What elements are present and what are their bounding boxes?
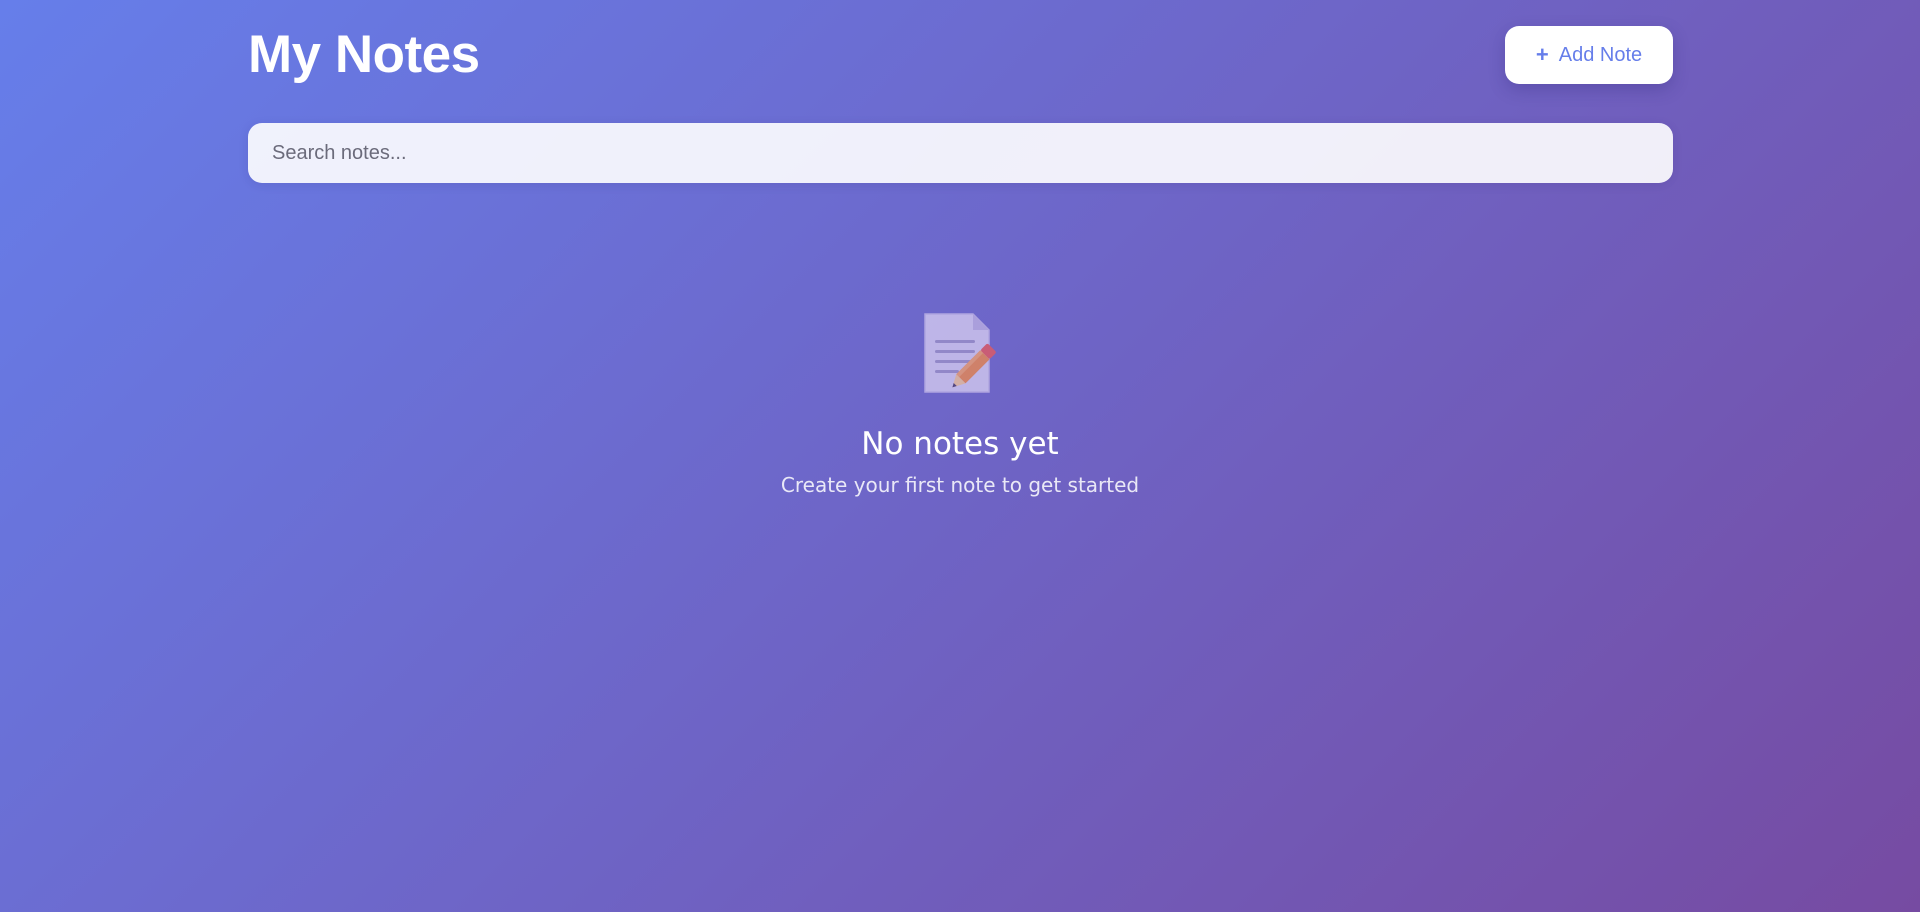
note-pencil-icon [924, 313, 996, 393]
add-note-button[interactable]: + Add Note [1505, 26, 1673, 84]
plus-icon: + [1535, 42, 1549, 67]
page-title: My Notes [248, 25, 480, 84]
search-bar [248, 123, 1673, 183]
empty-state-title: No notes yet [861, 426, 1059, 462]
empty-state-subtitle: Create your first note to get started [780, 473, 1140, 497]
app-container: My Notes + Add Note [248, 0, 1673, 183]
search-input[interactable] [248, 123, 1673, 183]
empty-state: No notes yet Create your first note to g… [0, 310, 1920, 498]
header: My Notes + Add Note [248, 0, 1673, 110]
add-note-label: Add Note [1558, 43, 1643, 66]
